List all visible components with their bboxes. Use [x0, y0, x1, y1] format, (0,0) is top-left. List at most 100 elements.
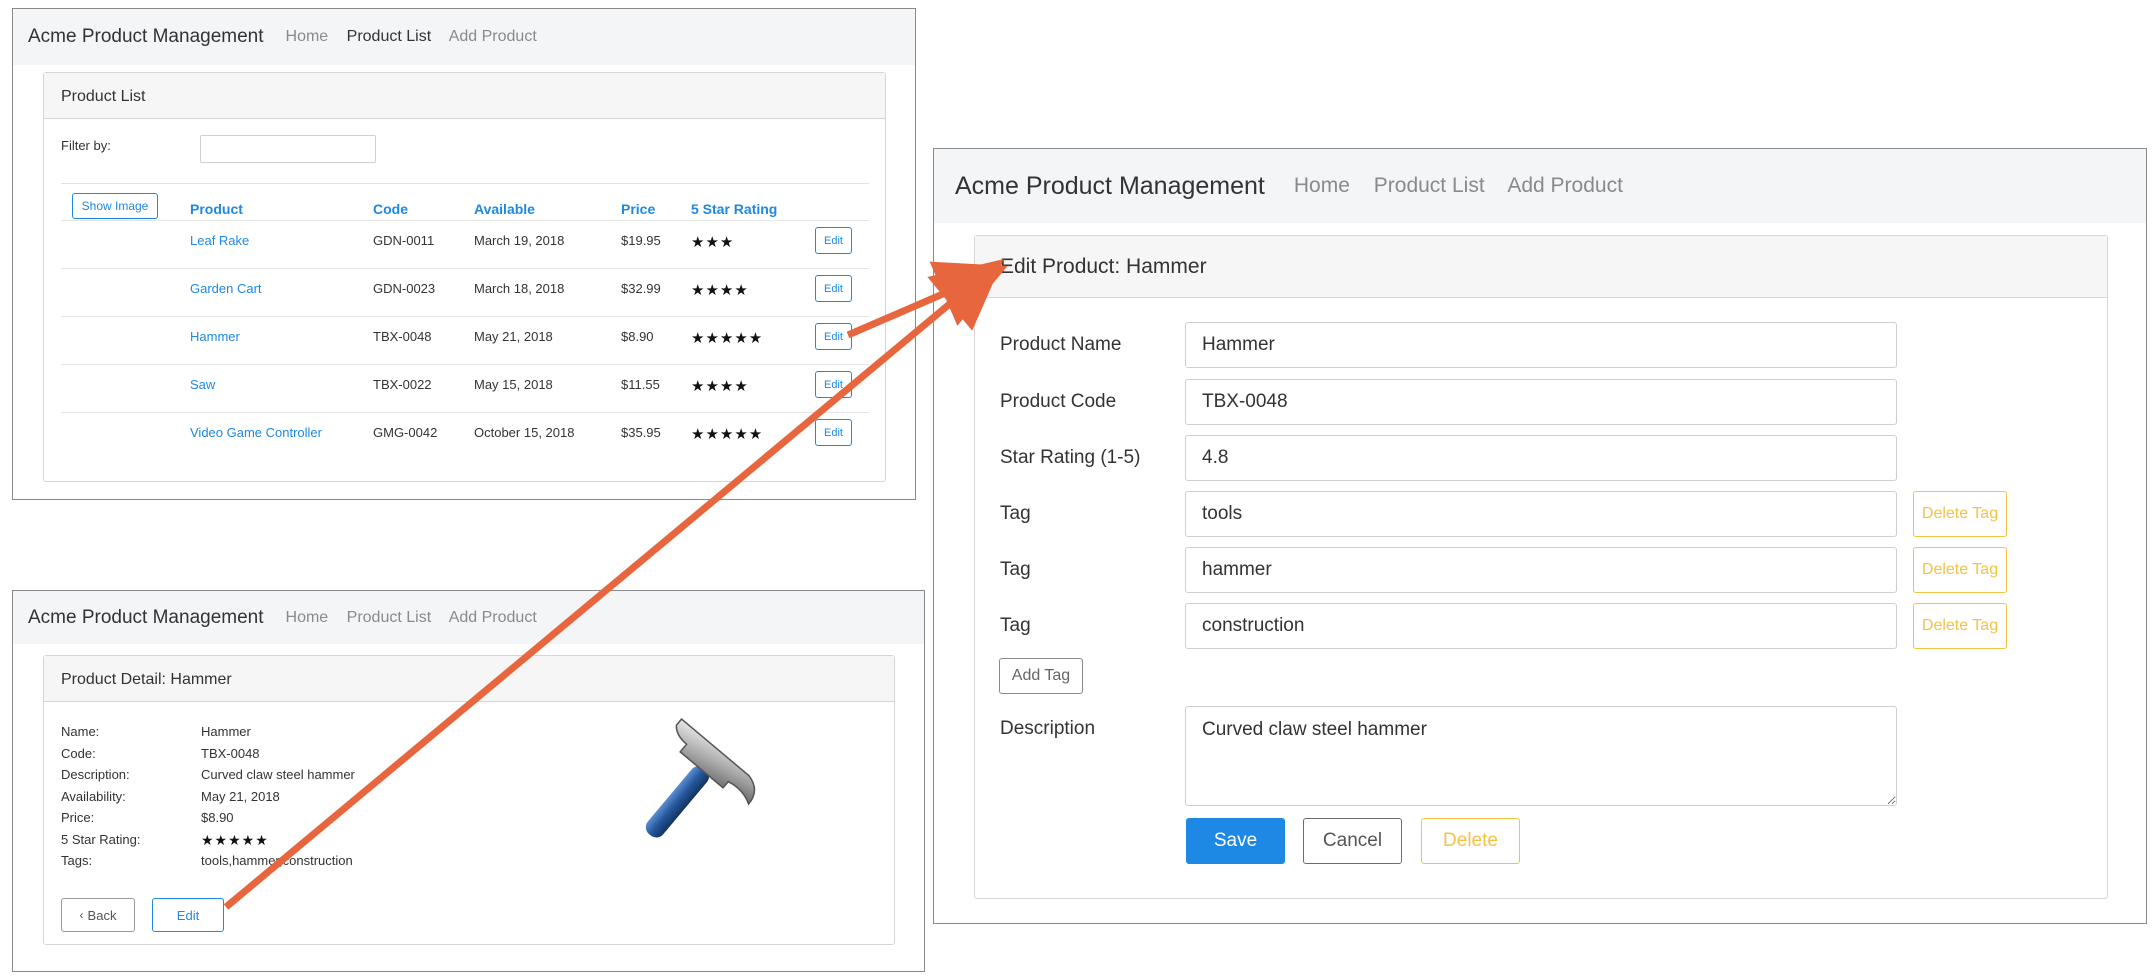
navbar: Acme Product Management Home Product Lis…	[934, 149, 2146, 223]
hammer-icon	[645, 718, 756, 838]
cancel-button[interactable]: Cancel	[1303, 818, 1402, 864]
detail-value: Hammer	[201, 724, 251, 739]
nav-home[interactable]: Home	[1294, 174, 1350, 197]
tag-input[interactable]	[1185, 547, 1897, 593]
save-button[interactable]: Save	[1186, 818, 1285, 864]
edit-button[interactable]: Edit	[815, 419, 852, 446]
detail-value: ★★★★★	[201, 831, 269, 848]
product-name-input[interactable]	[1185, 322, 1897, 368]
column-header-product[interactable]: Product	[190, 201, 243, 217]
product-rating: ★★★★	[691, 378, 749, 395]
edit-button[interactable]: Edit	[815, 371, 852, 398]
tag-label: Tag	[1000, 559, 1031, 580]
delete-tag-button[interactable]: Delete Tag	[1913, 547, 2007, 593]
description-label: Description	[1000, 718, 1096, 739]
detail-label: Description:	[61, 767, 130, 782]
product-detail-window: Acme Product Management Home Product Lis…	[12, 590, 925, 972]
product-code: GDN-0023	[373, 281, 436, 296]
product-price: $35.95	[621, 425, 661, 440]
nav: Home Product List Add Product	[1294, 174, 1623, 198]
product-available: March 18, 2018	[474, 281, 565, 296]
tag-label: Tag	[1000, 615, 1031, 636]
nav-add-product[interactable]: Add Product	[1507, 174, 1623, 197]
product-name-link[interactable]: Video Game Controller	[190, 425, 322, 440]
delete-button[interactable]: Delete	[1421, 818, 1520, 864]
edit-button[interactable]: Edit	[152, 898, 224, 932]
product-name-link[interactable]: Saw	[190, 377, 215, 392]
show-image-button[interactable]: Show Image	[72, 193, 158, 219]
product-code: TBX-0022	[373, 377, 432, 392]
product-code-label: Product Code	[1000, 391, 1117, 412]
brand: Acme Product Management	[955, 171, 1265, 200]
nav: Home Product List Add Product	[286, 28, 537, 46]
product-name-link[interactable]: Leaf Rake	[190, 233, 249, 248]
column-header-available[interactable]: Available	[474, 201, 535, 217]
product-available: May 21, 2018	[474, 329, 553, 344]
back-button[interactable]: ‹ Back	[61, 898, 135, 932]
nav-product-list[interactable]: Product List	[347, 609, 431, 626]
description-textarea[interactable]: Curved claw steel hammer	[1185, 706, 1897, 806]
product-rating: ★★★★★	[691, 426, 764, 443]
detail-label: Tags:	[61, 853, 93, 868]
filter-label: Filter by:	[61, 138, 111, 153]
product-rating: ★★★★	[691, 282, 749, 299]
product-available: May 15, 2018	[474, 377, 553, 392]
detail-value: TBX-0048	[201, 745, 260, 761]
nav-add-product[interactable]: Add Product	[449, 28, 537, 45]
card-header: Product Detail: Hammer	[44, 656, 894, 702]
product-code: GMG-0042	[373, 425, 438, 440]
edit-button[interactable]: Edit	[815, 227, 852, 254]
star-rating-label: Star Rating (1-5)	[1000, 447, 1141, 468]
column-header-rating[interactable]: 5 Star Rating	[691, 201, 777, 217]
brand: Acme Product Management	[28, 606, 264, 628]
delete-tag-button[interactable]: Delete Tag	[1913, 491, 2007, 537]
nav: Home Product List Add Product	[286, 609, 537, 627]
product-image	[619, 718, 759, 858]
product-rating: ★★★★★	[691, 330, 764, 347]
product-code-input[interactable]	[1185, 379, 1897, 425]
detail-label: 5 Star Rating:	[61, 831, 141, 847]
card-title: Edit Product: Hammer	[1000, 255, 1207, 278]
product-code: GDN-0011	[373, 233, 435, 248]
tag-input[interactable]	[1185, 491, 1897, 537]
product-available: October 15, 2018	[474, 425, 575, 440]
product-name-link[interactable]: Hammer	[190, 329, 240, 344]
card-title: Product Detail: Hammer	[61, 671, 232, 688]
nav-home[interactable]: Home	[286, 28, 329, 45]
detail-label: Price:	[61, 810, 95, 825]
card-header: Product List	[44, 73, 885, 119]
tag-input[interactable]	[1185, 603, 1897, 649]
detail-value: Curved claw steel hammer	[201, 767, 355, 782]
detail-label: Name:	[61, 724, 100, 739]
edit-product-card: Edit Product: Hammer Product Name Produc…	[974, 235, 2108, 899]
detail-value: tools,hammer,construction	[201, 853, 353, 868]
table-row	[61, 220, 869, 269]
nav-add-product[interactable]: Add Product	[449, 609, 537, 626]
product-code: TBX-0048	[373, 329, 432, 344]
divider	[61, 183, 869, 184]
chevron-left-icon: ‹	[79, 908, 84, 922]
edit-button[interactable]: Edit	[815, 275, 852, 302]
nav-product-list[interactable]: Product List	[1374, 174, 1485, 197]
detail-value: $8.90	[201, 810, 234, 825]
column-header-price[interactable]: Price	[621, 201, 655, 217]
product-price: $19.95	[621, 233, 661, 248]
edit-button[interactable]: Edit	[815, 323, 852, 350]
add-tag-button[interactable]: Add Tag	[999, 658, 1083, 694]
product-name-link[interactable]: Garden Cart	[190, 281, 262, 296]
filter-input[interactable]	[200, 135, 376, 163]
product-rating: ★★★	[691, 234, 735, 251]
brand: Acme Product Management	[28, 26, 264, 47]
product-available: March 19, 2018	[474, 233, 565, 248]
product-price: $32.99	[621, 281, 661, 296]
nav-product-list[interactable]: Product List	[347, 28, 431, 45]
star-rating-input[interactable]	[1185, 435, 1897, 481]
column-header-code[interactable]: Code	[373, 201, 408, 217]
product-list-card: Product List Filter by: Show Image Produ…	[43, 72, 886, 482]
delete-tag-button[interactable]: Delete Tag	[1913, 603, 2007, 649]
product-list-window: Acme Product Management Home Product Lis…	[12, 8, 916, 500]
nav-home[interactable]: Home	[286, 609, 329, 626]
navbar: Acme Product Management Home Product Lis…	[13, 591, 924, 644]
tag-label: Tag	[1000, 503, 1031, 524]
product-detail-card: Product Detail: Hammer Name: Hammer Code: T…	[43, 655, 895, 945]
